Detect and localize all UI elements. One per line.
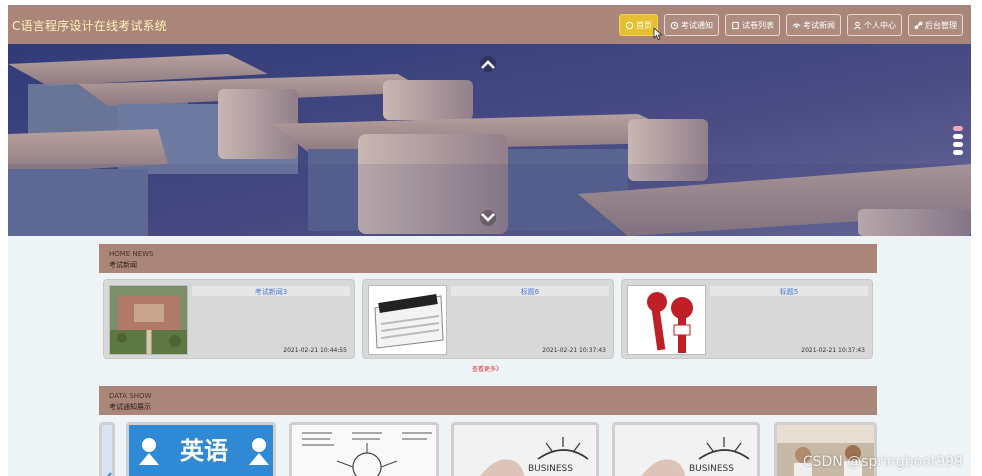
nav-paper-list[interactable]: 试卷列表 (725, 14, 780, 36)
chevron-down-icon (481, 213, 495, 222)
news-section-header: HOME NEWS 考试新闻 (99, 244, 877, 273)
slide-prev-button[interactable] (480, 56, 496, 72)
news-thumb-microphone (627, 285, 706, 355)
news-icon (792, 21, 801, 30)
business-text: BUSINESS (528, 464, 573, 474)
nav-admin-label: 后台管理 (925, 20, 957, 30)
news-card-3[interactable]: 标题5 2021-02-21 10:37:43 (621, 279, 873, 359)
news-title-bar: 考试新闻3 (192, 286, 350, 296)
news-title-bar: 标题6 (451, 286, 609, 296)
watermark-text: CSDN @springboot999 (802, 454, 963, 470)
show-card-business-1[interactable]: BUSINESS (451, 422, 599, 476)
hero-banner (8, 44, 971, 236)
nav-user-center-label: 个人中心 (864, 20, 896, 30)
news-date: 2021-02-21 10:44:55 (283, 347, 347, 354)
slide-dot-3[interactable] (953, 142, 963, 147)
nav-home-label: 首页 (636, 20, 652, 30)
nav-exam-notice[interactable]: 考试通知 (664, 14, 719, 36)
link-icon (914, 21, 923, 30)
header-bar: C语言程序设计在线考试系统 首页 考试通知 试卷列表 考试新闻 个人中心 后台管… (8, 5, 971, 44)
data-section-en-title: DATA SHOW (109, 392, 152, 400)
news-title-bar: 标题5 (710, 286, 868, 296)
nav-admin[interactable]: 后台管理 (908, 14, 963, 36)
nav-exam-news[interactable]: 考试新闻 (786, 14, 841, 36)
nav-paper-list-label: 试卷列表 (742, 20, 774, 30)
english-sign-text: 英语 (180, 437, 228, 465)
main-nav: 首页 考试通知 试卷列表 考试新闻 个人中心 后台管理 (619, 14, 963, 36)
slide-dot-4[interactable] (953, 150, 963, 155)
news-title[interactable]: 标题6 (451, 287, 609, 297)
data-section-cn-title: 考试通知展示 (109, 403, 151, 411)
document-icon (731, 21, 740, 30)
nav-exam-news-label: 考试新闻 (803, 20, 835, 30)
news-card-2[interactable]: 标题6 2021-02-21 10:37:43 (362, 279, 614, 359)
slide-indicator (953, 126, 963, 155)
news-date: 2021-02-21 10:37:43 (542, 347, 606, 354)
user-icon (853, 21, 862, 30)
show-card-mindmap[interactable] (289, 422, 439, 476)
home-icon (625, 21, 634, 30)
mouse-cursor-icon (653, 28, 663, 40)
nav-exam-notice-label: 考试通知 (681, 20, 713, 30)
news-thumb-campus (109, 285, 188, 355)
business-text: BUSINESS (689, 464, 734, 474)
view-more-link[interactable]: 查看更多》 (472, 364, 502, 373)
app-root: C语言程序设计在线考试系统 首页 考试通知 试卷列表 考试新闻 个人中心 后台管… (0, 0, 982, 476)
show-card-business-2[interactable]: BUSINESS (612, 422, 760, 476)
site-title[interactable]: C语言程序设计在线考试系统 (12, 17, 167, 34)
news-card-1[interactable]: 考试新闻3 2021-02-21 10:44:55 (103, 279, 355, 359)
news-thumb-newspaper (368, 285, 447, 355)
news-section-cn-title: 考试新闻 (109, 261, 137, 269)
show-card-english[interactable]: 英语 (126, 422, 276, 476)
slide-next-button[interactable] (480, 210, 496, 226)
news-title[interactable]: 考试新闻3 (192, 287, 350, 297)
news-date: 2021-02-21 10:37:43 (801, 347, 865, 354)
slide-dot-2[interactable] (953, 134, 963, 139)
news-title[interactable]: 标题5 (710, 287, 868, 297)
nav-user-center[interactable]: 个人中心 (847, 14, 902, 36)
clock-icon (670, 21, 679, 30)
content-area: HOME NEWS 考试新闻 考试新闻3 2021-02-21 10:44:55 (8, 236, 971, 476)
news-section-en-title: HOME NEWS (109, 250, 154, 258)
slide-dot-1[interactable] (953, 126, 963, 131)
show-card-partial[interactable] (99, 422, 115, 476)
data-section-header: DATA SHOW 考试通知展示 (99, 386, 877, 415)
